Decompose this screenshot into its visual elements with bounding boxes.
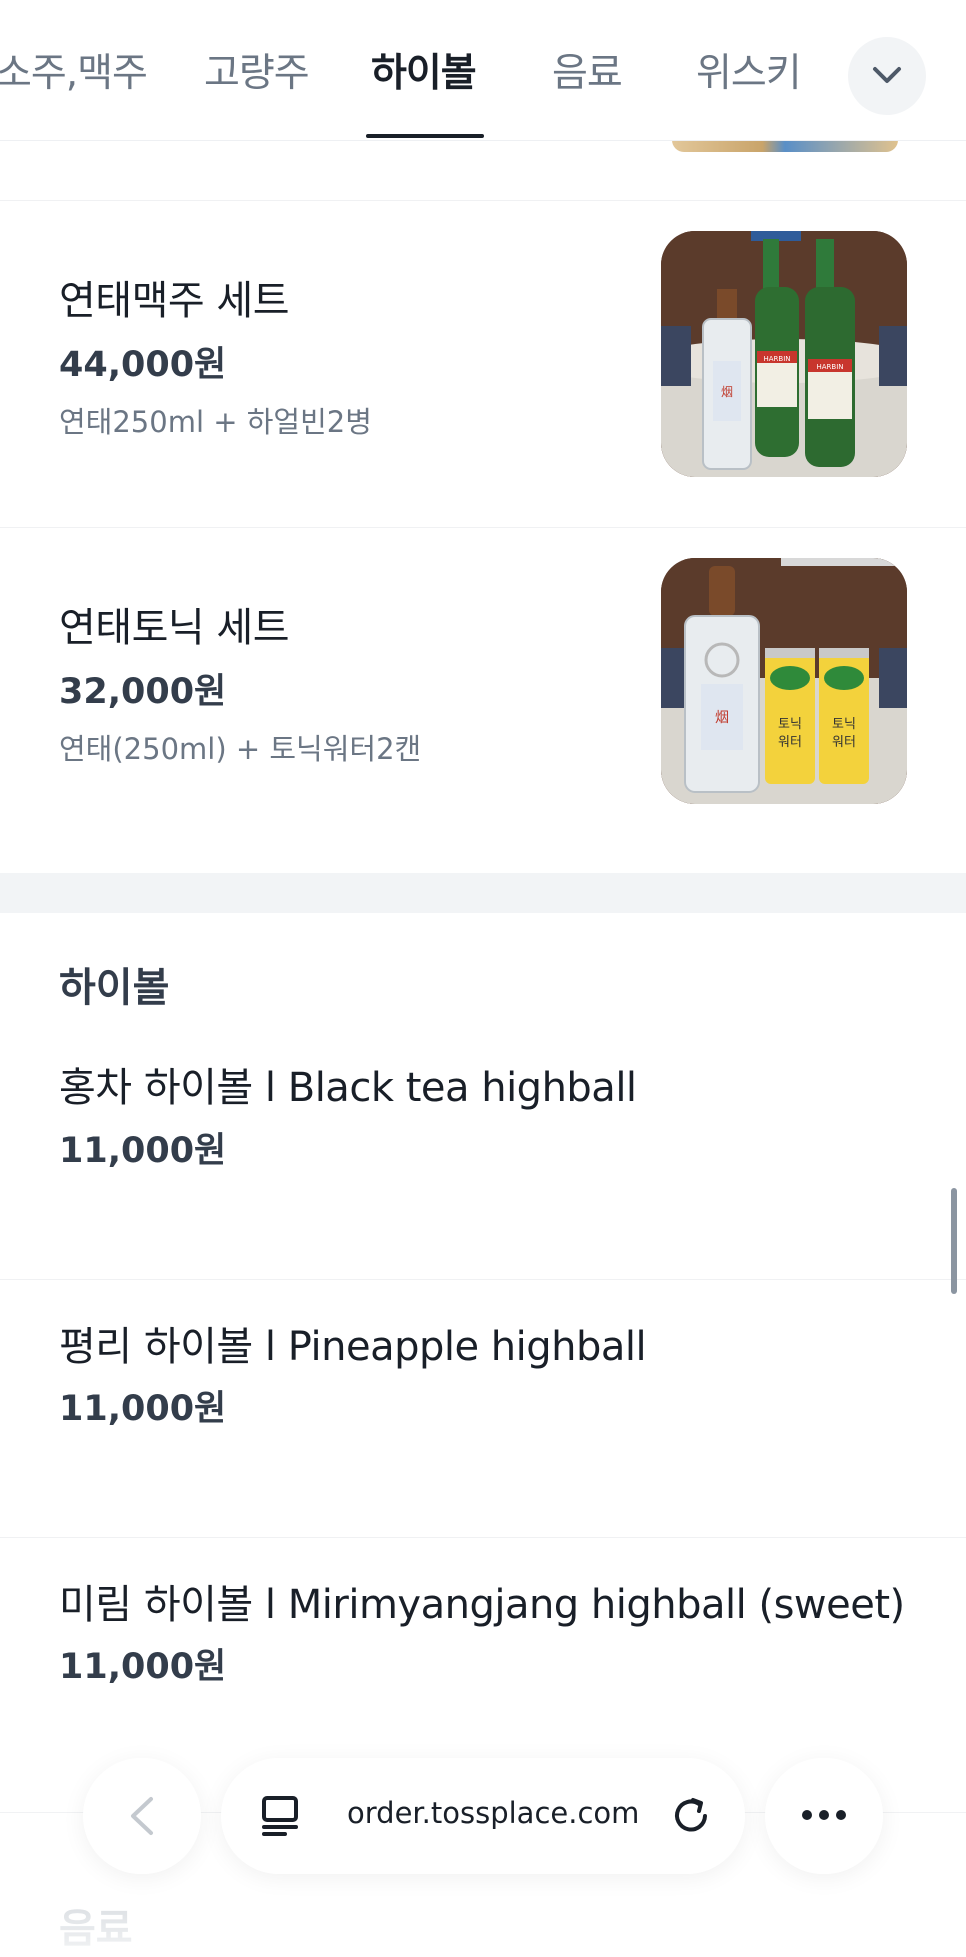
tab-soju-beer[interactable]: 소주,맥주 [0,42,148,98]
item-price: 11,000원 [59,1647,227,1687]
svg-text:烟: 烟 [721,385,733,399]
svg-text:HARBIN: HARBIN [763,355,790,363]
item-name: 연태토닉 세트 [59,605,290,651]
svg-text:HARBIN: HARBIN [816,363,843,371]
category-expand-button[interactable] [848,37,926,115]
divider [0,527,966,528]
item-price: 11,000원 [59,1131,227,1171]
previous-item-image [672,140,898,152]
svg-text:토닉: 토닉 [832,717,856,732]
browser-address-bar[interactable]: order.tossplace.com [221,1758,745,1874]
item-photo: 烟 토닉 워터 토닉 워터 [661,558,907,804]
tab-goryangju[interactable]: 고량주 [204,42,310,98]
item-description: 연태250ml + 하얼빈2병 [59,405,372,439]
divider [0,200,966,201]
divider [0,1537,966,1538]
item-description: 연태(250ml) + 토닉워터2캔 [59,732,422,766]
item-name: 미림 하이볼 l Mirimyangjang highball (sweet) [59,1582,905,1628]
item-price: 11,000원 [59,1389,227,1429]
more-icon [802,1810,846,1820]
active-tab-indicator [366,134,484,138]
section-separator [0,873,966,913]
section-title-highball: 하이볼 [59,965,170,1011]
svg-text:워터: 워터 [832,735,856,750]
chevron-left-icon [131,1797,153,1835]
tab-whisky[interactable]: 위스키 [696,42,802,98]
item-price: 44,000원 [59,345,227,385]
browser-back-button[interactable] [83,1758,201,1874]
tab-drinks[interactable]: 음료 [552,42,623,98]
menu-page: 소주,맥주 고량주 하이볼 음료 위스키 연태맥주 세트 44,000원 연태2… [0,0,966,1957]
item-name: 홍차 하이볼 l Black tea highball [59,1065,637,1111]
item-photo: 烟 HARBIN HARBIN [661,231,907,477]
svg-text:烟: 烟 [715,710,729,726]
tab-highball[interactable]: 하이볼 [371,42,477,98]
item-name: 연태맥주 세트 [59,278,290,324]
svg-text:토닉: 토닉 [778,717,802,732]
category-tab-bar: 소주,맥주 고량주 하이볼 음료 위스키 [0,0,966,141]
item-name: 평리 하이볼 l Pineapple highball [59,1324,647,1370]
browser-more-button[interactable] [765,1758,883,1874]
tabs-icon [262,1796,298,1836]
divider [0,1279,966,1280]
chevron-down-icon [873,67,901,83]
item-price: 32,000원 [59,672,227,712]
url-text: order.tossplace.com [347,1796,640,1830]
svg-text:워터: 워터 [778,735,802,750]
reload-icon [675,1798,707,1832]
scrollbar[interactable] [951,1188,957,1294]
